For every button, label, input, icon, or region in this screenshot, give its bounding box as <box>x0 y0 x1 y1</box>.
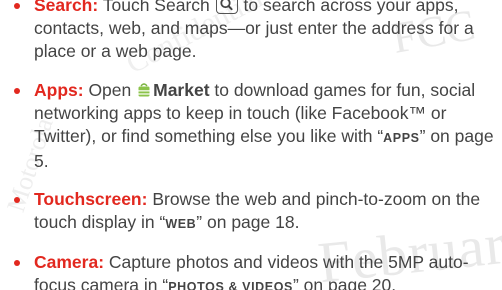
search-key-icon <box>215 0 238 14</box>
section-ref-photos-videos: PHOTOS & VIDEOS <box>168 280 293 290</box>
feature-text: ” on page 18. <box>196 212 300 232</box>
feature-label-apps: Apps: <box>34 80 84 100</box>
feature-label-touchscreen: Touchscreen: <box>34 189 148 209</box>
feature-text: ” on page 20. <box>292 275 397 290</box>
feature-item-touchscreen: Touchscreen: Browse the web and pinch-to… <box>0 188 502 236</box>
section-ref-apps: APPS <box>383 131 420 145</box>
feature-label-camera: Camera: <box>34 252 105 272</box>
feature-item-camera: Camera: Capture photos and videos with t… <box>0 251 502 290</box>
feature-item-search: Search: Touch Search to search across yo… <box>0 0 502 63</box>
feature-text: Open <box>83 80 137 100</box>
market-app-icon <box>137 82 151 98</box>
feature-label-search: Search: <box>34 0 99 15</box>
market-app-name: Market <box>153 80 210 100</box>
section-ref-web: WEB <box>165 217 197 231</box>
feature-text: Touch Search <box>98 0 215 15</box>
feature-item-apps: Apps: Open Market to download games for … <box>0 79 502 173</box>
